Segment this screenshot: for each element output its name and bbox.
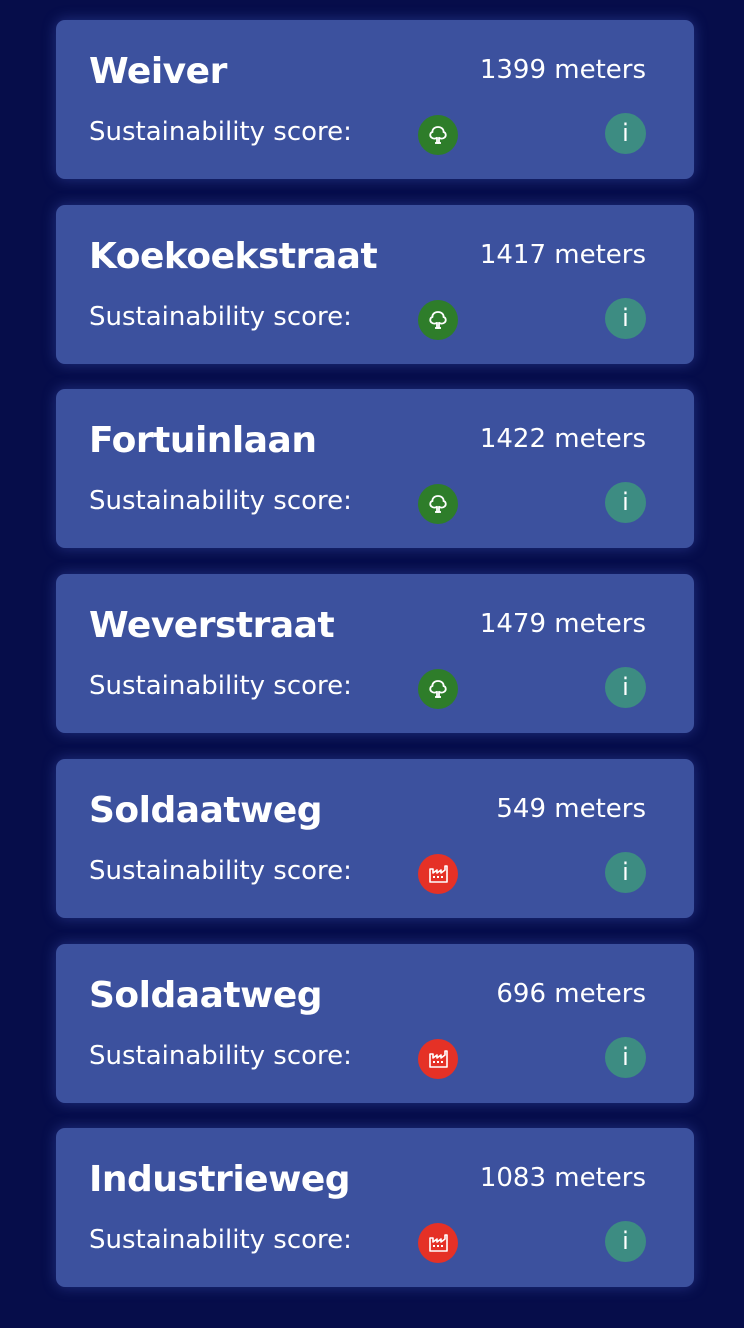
info-button[interactable]: i	[605, 298, 646, 339]
distance-label: 1422 meters	[479, 424, 646, 454]
location-list: Weiver 1399 meters Sustainability score:…	[0, 0, 744, 1328]
distance-label: 1417 meters	[479, 240, 646, 270]
info-button[interactable]: i	[605, 1221, 646, 1262]
street-name: Soldaatweg	[89, 790, 323, 831]
info-button[interactable]: i	[605, 667, 646, 708]
tree-icon	[418, 484, 458, 524]
factory-icon	[418, 854, 458, 894]
sustainability-score-label: Sustainability score:	[89, 486, 352, 516]
info-button[interactable]: i	[605, 852, 646, 893]
factory-icon	[418, 1039, 458, 1079]
street-name: Weverstraat	[89, 605, 335, 646]
location-card[interactable]: Weverstraat 1479 meters Sustainability s…	[56, 574, 694, 733]
tree-icon	[418, 115, 458, 155]
tree-icon	[418, 669, 458, 709]
distance-label: 696 meters	[496, 979, 646, 1009]
location-card[interactable]: Koekoekstraat 1417 meters Sustainability…	[56, 205, 694, 364]
location-card[interactable]: Fortuinlaan 1422 meters Sustainability s…	[56, 389, 694, 548]
location-card[interactable]: Soldaatweg 696 meters Sustainability sco…	[56, 944, 694, 1103]
sustainability-score-label: Sustainability score:	[89, 856, 352, 886]
distance-label: 1399 meters	[479, 55, 646, 85]
distance-label: 1479 meters	[479, 609, 646, 639]
distance-label: 549 meters	[496, 794, 646, 824]
street-name: Industrieweg	[89, 1159, 351, 1200]
info-button[interactable]: i	[605, 482, 646, 523]
sustainability-score-label: Sustainability score:	[89, 1225, 352, 1255]
sustainability-score-label: Sustainability score:	[89, 1041, 352, 1071]
street-name: Fortuinlaan	[89, 420, 317, 461]
factory-icon	[418, 1223, 458, 1263]
location-card[interactable]: Industrieweg 1083 meters Sustainability …	[56, 1128, 694, 1287]
location-card[interactable]: Soldaatweg 549 meters Sustainability sco…	[56, 759, 694, 918]
tree-icon	[418, 300, 458, 340]
street-name: Soldaatweg	[89, 975, 323, 1016]
location-card[interactable]: Weiver 1399 meters Sustainability score:…	[56, 20, 694, 179]
info-button[interactable]: i	[605, 1037, 646, 1078]
sustainability-score-label: Sustainability score:	[89, 671, 352, 701]
street-name: Koekoekstraat	[89, 236, 378, 277]
sustainability-score-label: Sustainability score:	[89, 302, 352, 332]
street-name: Weiver	[89, 51, 227, 92]
info-button[interactable]: i	[605, 113, 646, 154]
sustainability-score-label: Sustainability score:	[89, 117, 352, 147]
distance-label: 1083 meters	[479, 1163, 646, 1193]
